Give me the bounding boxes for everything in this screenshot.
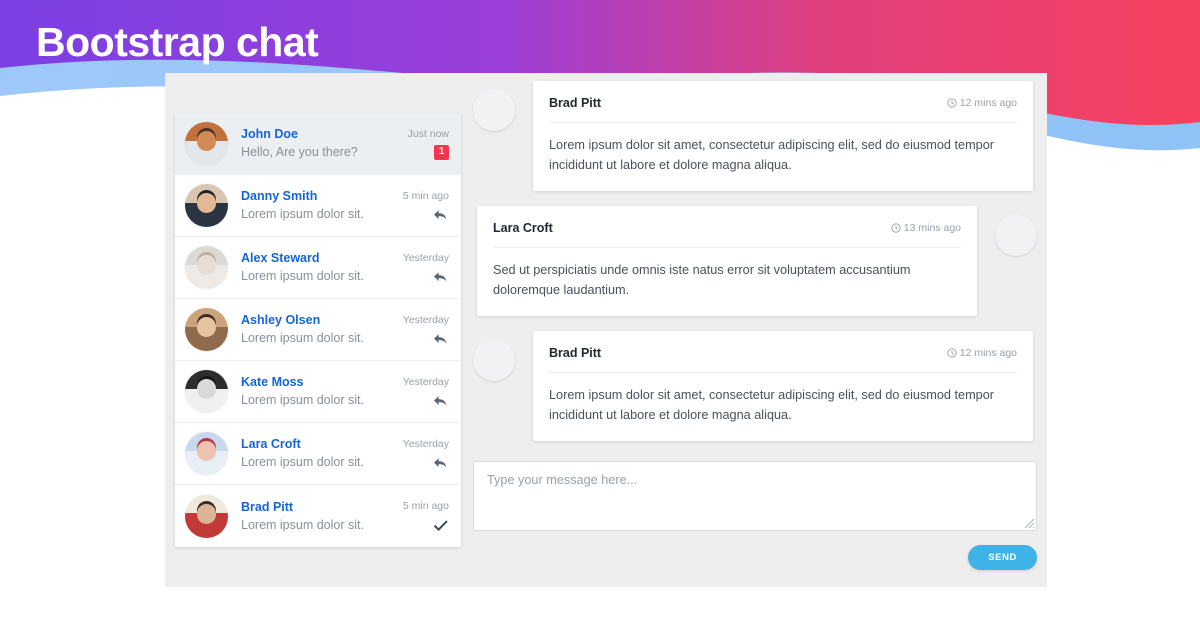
- message-sender: Brad Pitt: [549, 96, 602, 110]
- list-item-avatar: [185, 494, 228, 538]
- list-item-time: Yesterday: [402, 375, 449, 388]
- list-item-preview: Lorem ipsum dolor sit.: [241, 269, 364, 283]
- message-card: Lara Croft 13 mins ago Sed ut perspiciatis…: [477, 206, 977, 316]
- message-avatar: [473, 89, 515, 131]
- list-item-text: Kate Moss Lorem ipsum dolor sit.: [228, 374, 401, 409]
- reply-icon[interactable]: [433, 208, 449, 223]
- message-input[interactable]: [473, 461, 1037, 531]
- list-item-status: Yesterday: [401, 437, 449, 471]
- message-text: Lorem ipsum dolor sit amet, consectetur …: [549, 138, 994, 172]
- list-item-avatar: [185, 370, 228, 413]
- list-item-preview: Hello, Are you there?: [241, 145, 358, 159]
- list-item-preview: Lorem ipsum dolor sit.: [241, 207, 364, 221]
- unread-badge: 1: [434, 145, 449, 160]
- list-item-name[interactable]: Kate Moss: [241, 374, 401, 391]
- list-item-time: Yesterday: [402, 251, 449, 264]
- list-item-status: 5 min ago: [401, 189, 449, 223]
- list-item-text: Lara Croft Lorem ipsum dolor sit.: [228, 436, 401, 471]
- message-text: Sed ut perspiciatis unde omnis iste natu…: [493, 263, 911, 297]
- message-row: Brad Pitt 12 mins ago Lorem ipsum dolor si…: [473, 81, 1037, 191]
- list-item-text: Brad Pitt Lorem ipsum dolor sit.: [228, 499, 401, 534]
- message-sender: Lara Croft: [493, 221, 553, 235]
- send-button[interactable]: SEND: [968, 545, 1037, 570]
- conversation-list-item[interactable]: Kate Moss Lorem ipsum dolor sit. Yesterday: [175, 361, 461, 423]
- list-item-status: Yesterday: [401, 313, 449, 347]
- chat-app-panel: John Doe Hello, Are you there? Just now 1 Da…: [165, 73, 1047, 587]
- list-item-avatar: [185, 432, 228, 475]
- message-timestamp: 12 mins ago: [947, 347, 1017, 359]
- list-item-text: Ashley Olsen Lorem ipsum dolor sit.: [228, 312, 401, 347]
- list-item-name[interactable]: Alex Steward: [241, 250, 401, 267]
- list-item-text: Danny Smith Lorem ipsum dolor sit.: [228, 188, 401, 223]
- list-item-time: Just now: [407, 128, 449, 140]
- conversation-list-item[interactable]: Brad Pitt Lorem ipsum dolor sit. 5 min ago: [175, 485, 461, 547]
- clock-icon: [891, 223, 901, 233]
- conversation-list: John Doe Hello, Are you there? Just now 1 Da…: [175, 113, 461, 547]
- page-title: Bootstrap chat: [36, 19, 319, 65]
- list-item-text: John Doe Hello, Are you there?: [228, 126, 401, 161]
- message-text: Lorem ipsum dolor sit amet, consectetur …: [549, 388, 994, 422]
- message-composer: SEND: [473, 461, 1037, 570]
- message-row: Brad Pitt 12 mins ago Lorem ipsum dolor si…: [473, 331, 1037, 441]
- list-item-avatar: [185, 122, 228, 165]
- list-item-time: 5 min ago: [402, 189, 449, 202]
- list-item-time: Yesterday: [402, 313, 449, 326]
- list-item-status: 5 min ago: [401, 499, 449, 533]
- list-item-avatar: [185, 246, 228, 289]
- message-thread: Brad Pitt 12 mins ago Lorem ipsum dolor si…: [473, 81, 1037, 456]
- clock-icon: [947, 98, 957, 108]
- conversation-list-item[interactable]: Ashley Olsen Lorem ipsum dolor sit. Yester…: [175, 299, 461, 361]
- check-icon: [433, 520, 448, 532]
- message-header: Brad Pitt 12 mins ago: [549, 95, 1017, 123]
- avatar-face: [196, 503, 217, 524]
- message-time-text: 13 mins ago: [903, 222, 961, 234]
- list-item-name[interactable]: Brad Pitt: [241, 499, 401, 516]
- list-item-avatar: [185, 308, 228, 351]
- message-header: Lara Croft 13 mins ago: [493, 220, 961, 248]
- conversation-list-item[interactable]: John Doe Hello, Are you there? Just now 1: [175, 113, 461, 175]
- message-sender: Brad Pitt: [549, 346, 602, 360]
- list-item-time: 5 min ago: [402, 500, 449, 512]
- list-item-status: Yesterday: [401, 375, 449, 409]
- message-avatar: [995, 214, 1037, 256]
- conversation-list-item[interactable]: Alex Steward Lorem ipsum dolor sit. Yester…: [175, 237, 461, 299]
- message-avatar: [473, 339, 515, 381]
- list-item-name[interactable]: Ashley Olsen: [241, 312, 401, 329]
- clock-icon: [947, 348, 957, 358]
- message-timestamp: 12 mins ago: [947, 97, 1017, 109]
- message-header: Brad Pitt 12 mins ago: [549, 345, 1017, 373]
- list-item-name[interactable]: Lara Croft: [241, 436, 401, 453]
- message-time-text: 12 mins ago: [959, 97, 1017, 109]
- message-timestamp: 13 mins ago: [891, 222, 961, 234]
- conversation-list-item[interactable]: Lara Croft Lorem ipsum dolor sit. Yesterda…: [175, 423, 461, 485]
- reply-icon[interactable]: [433, 456, 449, 471]
- reply-icon[interactable]: [433, 332, 449, 347]
- message-card: Brad Pitt 12 mins ago Lorem ipsum dolor si…: [533, 81, 1033, 191]
- reply-icon[interactable]: [433, 270, 449, 285]
- list-item-preview: Lorem ipsum dolor sit.: [241, 517, 364, 532]
- message-time-text: 12 mins ago: [959, 347, 1017, 359]
- list-item-status: Yesterday: [401, 251, 449, 285]
- list-item-preview: Lorem ipsum dolor sit.: [241, 455, 364, 469]
- list-item-preview: Lorem ipsum dolor sit.: [241, 393, 364, 407]
- list-item-name[interactable]: Danny Smith: [241, 188, 401, 205]
- list-item-text: Alex Steward Lorem ipsum dolor sit.: [228, 250, 401, 285]
- list-item-time: Yesterday: [402, 437, 449, 450]
- list-item-name[interactable]: John Doe: [241, 126, 401, 143]
- message-card: Brad Pitt 12 mins ago Lorem ipsum dolor si…: [533, 331, 1033, 441]
- message-row: Lara Croft 13 mins ago Sed ut perspiciatis…: [473, 206, 1037, 316]
- reply-icon[interactable]: [433, 394, 449, 409]
- conversation-list-item[interactable]: Danny Smith Lorem ipsum dolor sit. 5 min a…: [175, 175, 461, 237]
- list-item-avatar: [185, 184, 228, 227]
- list-item-status: Just now 1: [401, 127, 449, 160]
- list-item-preview: Lorem ipsum dolor sit.: [241, 331, 364, 345]
